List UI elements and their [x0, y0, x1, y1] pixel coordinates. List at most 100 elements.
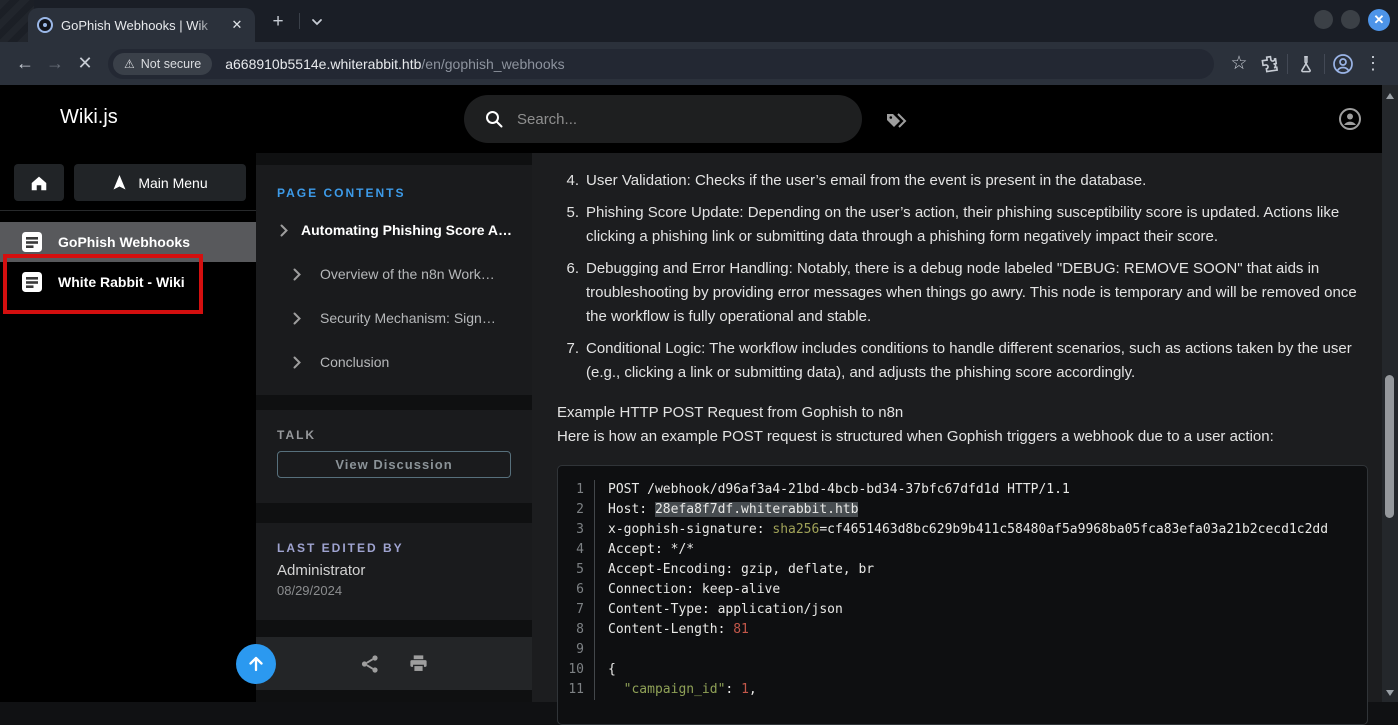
code-line-number: 10 [558, 660, 594, 680]
page-contents-item[interactable]: Security Mechanism: Sign… [256, 296, 532, 340]
document-icon [21, 231, 43, 253]
scroll-to-top-button[interactable] [236, 644, 276, 684]
tab-search-chevron-icon[interactable] [310, 15, 324, 29]
chevron-right-icon [280, 224, 288, 237]
paragraph: Example HTTP POST Request from Gophish t… [557, 401, 1368, 425]
wikijs-favicon-icon [37, 17, 53, 33]
code-line: 1 POST /webhook/d96af3a4-21bd-4bcb-bd34-… [558, 480, 1367, 500]
tab-title: GoPhish Webhooks | Wik [61, 18, 220, 33]
browser-scrollbar[interactable] [1382, 85, 1398, 702]
navigation-arrow-icon [112, 174, 127, 191]
main-menu-label: Main Menu [138, 175, 207, 191]
page-contents-item-label: Automating Phishing Score A… [301, 222, 512, 238]
code-line-content: Connection: keep-alive [594, 580, 1367, 600]
tab-close-icon[interactable]: ✕ [228, 16, 246, 34]
home-button[interactable] [14, 164, 64, 201]
code-line: 8 Content-Length: 81 [558, 620, 1367, 640]
last-edited-card: LAST EDITED BY Administrator 08/29/2024 [256, 523, 532, 620]
url-host: a668910b5514e.whiterabbit.htb [225, 56, 421, 72]
window-close-button[interactable]: ✕ [1368, 9, 1390, 31]
not-secure-label: Not secure [141, 57, 201, 71]
page-contents-title: PAGE CONTENTS [277, 186, 532, 200]
home-icon [29, 173, 49, 193]
new-tab-button[interactable]: + [267, 12, 289, 34]
last-edited-author: Administrator [277, 562, 511, 579]
code-line: 3 x-gophish-signature: sha256=cf4651463d… [558, 520, 1367, 540]
list-item-text: Conditional Logic: The workflow includes… [586, 337, 1368, 385]
forward-button[interactable]: → [40, 49, 70, 79]
code-line: 6 Connection: keep-alive [558, 580, 1367, 600]
code-line-number: 11 [558, 680, 594, 700]
code-line: 10 { [558, 660, 1367, 680]
share-icon[interactable] [360, 654, 380, 674]
extensions-icon[interactable] [1254, 49, 1284, 79]
window-maximize-button[interactable] [1341, 10, 1360, 29]
tabstrip-separator [299, 13, 300, 29]
page-action-bar [256, 637, 532, 690]
main-menu-button[interactable]: Main Menu [74, 164, 246, 201]
warning-icon: ⚠ [124, 58, 135, 70]
view-discussion-button[interactable]: View Discussion [277, 451, 511, 478]
list-item-text: User Validation: Checks if the user’s em… [586, 169, 1368, 193]
code-line: 4 Accept: */* [558, 540, 1367, 560]
code-line-content: Host: 28efa8f7df.whiterabbit.htb [594, 500, 1367, 520]
back-button[interactable]: ← [10, 49, 40, 79]
arrow-up-icon [246, 654, 266, 674]
code-line-number: 7 [558, 600, 594, 620]
sidebar-divider [0, 210, 256, 211]
code-line-number: 1 [558, 480, 594, 500]
left-sidebar: Main Menu GoPhish Webhooks White Rabbit … [0, 153, 256, 702]
code-line-content: Content-Length: 81 [594, 620, 1367, 640]
scrollbar-thumb[interactable] [1385, 375, 1394, 518]
talk-card: TALK View Discussion [256, 410, 532, 503]
browser-menu-icon[interactable]: ⋮ [1358, 49, 1388, 79]
sidebar-item-label: GoPhish Webhooks [58, 234, 190, 250]
code-line-content: { [594, 660, 1367, 680]
scrollbar-up-arrow-icon[interactable] [1386, 93, 1394, 99]
browser-tabstrip: GoPhish Webhooks | Wik ✕ + ✕ [0, 0, 1398, 42]
code-line-content [594, 640, 1367, 660]
code-line: 7 Content-Type: application/json [558, 600, 1367, 620]
chevron-right-icon [293, 312, 301, 325]
last-edited-title: LAST EDITED BY [277, 541, 511, 555]
account-icon[interactable] [1338, 107, 1362, 131]
profile-icon[interactable] [1328, 49, 1358, 79]
code-line-number: 3 [558, 520, 594, 540]
ordered-list: 4. User Validation: Checks if the user’s… [557, 169, 1368, 385]
url-path: /en/gophish_webhooks [421, 56, 564, 72]
labs-flask-icon[interactable] [1291, 49, 1321, 79]
list-item: 7. Conditional Logic: The workflow inclu… [557, 337, 1368, 385]
print-icon[interactable] [408, 653, 429, 674]
paragraph: Here is how an example POST request is s… [557, 425, 1368, 449]
list-item-number: 6. [557, 257, 579, 329]
browser-tab[interactable]: GoPhish Webhooks | Wik ✕ [28, 8, 255, 42]
code-line-content: Accept-Encoding: gzip, deflate, br [594, 560, 1367, 580]
page-contents-card: PAGE CONTENTS Automating Phishing Score … [256, 165, 532, 395]
code-line-number: 2 [558, 500, 594, 520]
list-item: 4. User Validation: Checks if the user’s… [557, 169, 1368, 193]
code-line: 2 Host: 28efa8f7df.whiterabbit.htb [558, 500, 1367, 520]
bookmark-star-icon[interactable]: ☆ [1224, 49, 1254, 79]
code-line-content: POST /webhook/d96af3a4-21bd-4bcb-bd34-37… [594, 480, 1367, 500]
url-text: a668910b5514e.whiterabbit.htb/en/gophish… [225, 56, 564, 72]
toolbar-separator [1324, 54, 1325, 74]
chevron-right-icon [293, 268, 301, 281]
list-item: 6. Debugging and Error Handling: Notably… [557, 257, 1368, 329]
page-contents-item[interactable]: Overview of the n8n Work… [256, 252, 532, 296]
page-contents-item[interactable]: Conclusion [256, 340, 532, 384]
annotation-red-box [3, 254, 203, 314]
code-line-content: x-gophish-signature: sha256=cf4651463d8b… [594, 520, 1367, 540]
window-minimize-button[interactable] [1314, 10, 1333, 29]
page-contents-item[interactable]: Automating Phishing Score A… [256, 208, 532, 252]
scrollbar-down-arrow-icon[interactable] [1386, 690, 1394, 696]
stop-loading-button[interactable]: ✕ [70, 49, 100, 79]
address-bar[interactable]: ⚠ Not secure a668910b5514e.whiterabbit.h… [108, 49, 1214, 79]
code-line-content: Content-Type: application/json [594, 600, 1367, 620]
tags-icon[interactable] [884, 109, 908, 133]
talk-title: TALK [277, 428, 511, 442]
search-icon [484, 109, 504, 129]
site-security-chip[interactable]: ⚠ Not secure [113, 53, 212, 75]
list-item-text: Phishing Score Update: Depending on the … [586, 201, 1368, 249]
code-block: 1 POST /webhook/d96af3a4-21bd-4bcb-bd34-… [557, 465, 1368, 725]
search-input[interactable]: Search... [464, 95, 862, 143]
